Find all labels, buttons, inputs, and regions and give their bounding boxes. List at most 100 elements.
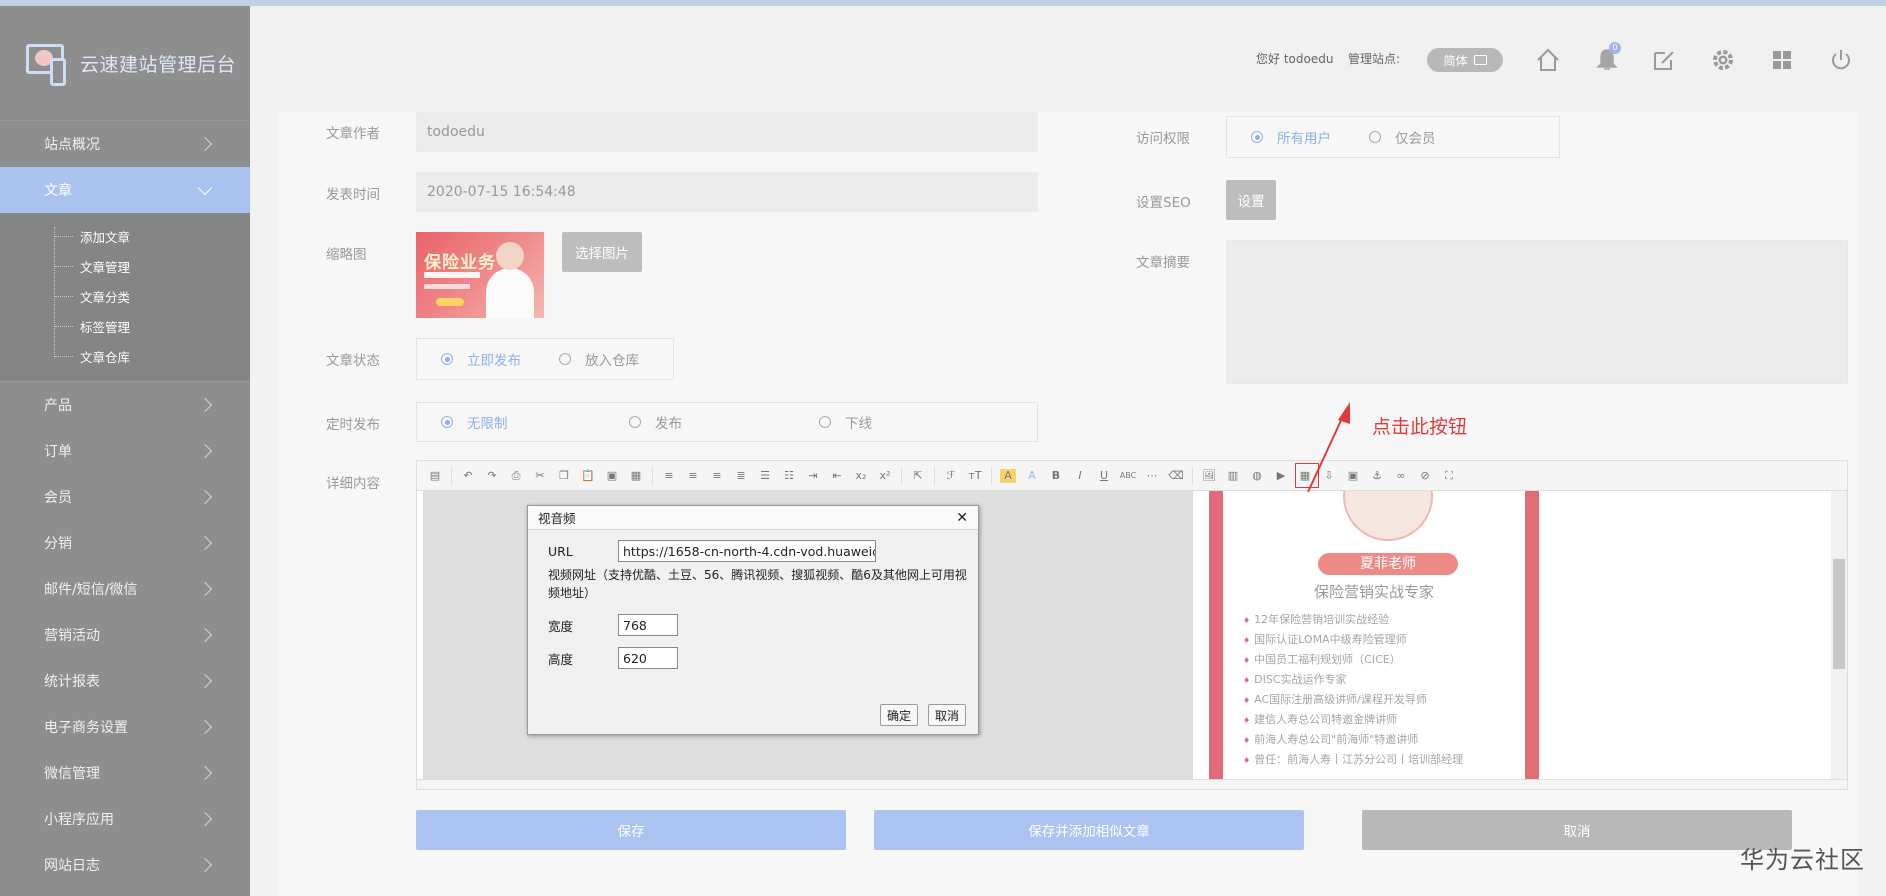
editor-resize-handle[interactable] bbox=[417, 779, 1847, 789]
schedule-offline-radio[interactable] bbox=[819, 416, 831, 428]
subnav-article-manage[interactable]: 文章管理 bbox=[0, 251, 250, 281]
font-size-icon[interactable]: тT bbox=[967, 469, 983, 483]
source-icon[interactable]: ▤ bbox=[427, 469, 443, 483]
sidebar-item-miniapp[interactable]: 小程序应用 bbox=[0, 796, 250, 842]
schedule-unlimited-label[interactable]: 无限制 bbox=[467, 412, 629, 432]
unlink-icon[interactable]: ⊘ bbox=[1417, 469, 1433, 483]
summary-label: 文章摘要 bbox=[1136, 255, 1190, 271]
paste-text-icon[interactable]: ▣ bbox=[604, 469, 620, 483]
print-icon[interactable]: ⎙ bbox=[508, 469, 524, 483]
underline-icon[interactable]: U bbox=[1096, 469, 1112, 483]
sidebar-item-marketing[interactable]: 营销活动 bbox=[0, 612, 250, 658]
home-icon[interactable] bbox=[1534, 46, 1562, 74]
copy-icon[interactable]: ❐ bbox=[556, 469, 572, 483]
status-publish-radio[interactable] bbox=[441, 353, 453, 365]
url-input[interactable]: https://1658-cn-north-4.cdn-vod.huaweicl… bbox=[618, 540, 876, 562]
multi-image-icon[interactable]: ▥ bbox=[1225, 469, 1241, 483]
access-members-radio[interactable] bbox=[1369, 131, 1381, 143]
chevron-right-icon bbox=[197, 857, 213, 873]
anchor-icon[interactable]: ⚓ bbox=[1369, 469, 1385, 483]
status-publish-label[interactable]: 立即发布 bbox=[467, 349, 521, 369]
width-input[interactable]: 768 bbox=[618, 614, 678, 636]
sidebar-item-messaging[interactable]: 邮件/短信/微信 bbox=[0, 566, 250, 612]
logo[interactable]: 云速建站管理后台 bbox=[0, 6, 250, 121]
edit-icon[interactable] bbox=[1650, 46, 1678, 74]
sidebar-item-wechat[interactable]: 微信管理 bbox=[0, 750, 250, 796]
sidebar-item-overview[interactable]: 站点概况 bbox=[0, 121, 250, 167]
image-icon[interactable]: 🖼 bbox=[1201, 469, 1217, 483]
summary-textarea[interactable] bbox=[1226, 240, 1848, 384]
power-icon[interactable] bbox=[1827, 46, 1855, 74]
status-warehouse-radio[interactable] bbox=[559, 353, 571, 365]
choose-image-button[interactable]: 选择图片 bbox=[562, 232, 642, 272]
logo-icon bbox=[26, 40, 70, 86]
status-radio-group: 立即发布 放入仓库 bbox=[416, 338, 674, 380]
subnav-add-article[interactable]: 添加文章 bbox=[0, 221, 250, 251]
schedule-unlimited-radio[interactable] bbox=[441, 416, 453, 428]
save-add-similar-button[interactable]: 保存并添加相似文章 bbox=[874, 810, 1304, 850]
unordered-list-icon[interactable]: ☷ bbox=[781, 469, 797, 483]
link-icon[interactable]: ∞ bbox=[1393, 469, 1409, 483]
subnav-article-warehouse[interactable]: 文章仓库 bbox=[0, 341, 250, 371]
highlight-icon[interactable]: A bbox=[1000, 468, 1016, 483]
sidebar-item-logs[interactable]: 网站日志 bbox=[0, 842, 250, 888]
redo-icon[interactable]: ↷ bbox=[484, 469, 500, 483]
seo-settings-button[interactable]: 设置 bbox=[1226, 180, 1276, 220]
align-right-icon[interactable]: ≡ bbox=[709, 469, 725, 483]
sidebar-item-products[interactable]: 产品 bbox=[0, 382, 250, 428]
access-members-label[interactable]: 仅会员 bbox=[1395, 127, 1436, 147]
language-switch[interactable]: 简体 bbox=[1427, 48, 1503, 72]
schedule-publish-radio[interactable] bbox=[629, 416, 641, 428]
save-button[interactable]: 保存 bbox=[416, 810, 846, 850]
select-all-icon[interactable]: ⇱ bbox=[910, 469, 926, 483]
subnav-article-category[interactable]: 文章分类 bbox=[0, 281, 250, 311]
sidebar-item-members[interactable]: 会员 bbox=[0, 474, 250, 520]
fullscreen-icon[interactable]: ⛶ bbox=[1441, 469, 1457, 483]
align-center-icon[interactable]: ≡ bbox=[685, 469, 701, 483]
undo-icon[interactable]: ↶ bbox=[460, 469, 476, 483]
schedule-publish-label[interactable]: 发布 bbox=[655, 412, 819, 432]
editor-scrollbar[interactable] bbox=[1831, 491, 1847, 781]
dialog-note: 视频网址（支持优酷、土豆、56、腾讯视频、搜狐视频、酷6及其他网上可用视频地址） bbox=[548, 568, 967, 600]
strikethrough-icon[interactable]: ABC bbox=[1120, 469, 1136, 483]
superscript-icon[interactable]: x² bbox=[877, 469, 893, 483]
height-input[interactable]: 620 bbox=[618, 647, 678, 669]
annotation-arrow-icon bbox=[1307, 402, 1350, 493]
access-all-label[interactable]: 所有用户 bbox=[1277, 127, 1331, 147]
media-icon[interactable]: ▶ bbox=[1273, 469, 1289, 483]
grid-icon[interactable] bbox=[1768, 46, 1796, 74]
ordered-list-icon[interactable]: ☰ bbox=[757, 469, 773, 483]
close-icon[interactable]: ✕ bbox=[956, 510, 968, 526]
sidebar-item-distribution[interactable]: 分销 bbox=[0, 520, 250, 566]
horizontal-rule-icon[interactable]: ⋯ bbox=[1144, 469, 1160, 483]
access-all-radio[interactable] bbox=[1251, 131, 1263, 143]
cancel-button[interactable]: 取消 bbox=[1362, 810, 1792, 850]
gear-icon[interactable] bbox=[1709, 46, 1737, 74]
bold-icon[interactable]: B bbox=[1048, 469, 1064, 483]
font-color-icon[interactable]: A bbox=[1024, 469, 1040, 483]
justify-icon[interactable]: ≣ bbox=[733, 469, 749, 483]
paste-word-icon[interactable]: ▦ bbox=[628, 469, 644, 483]
cut-icon[interactable]: ✂ bbox=[532, 469, 548, 483]
notification-button[interactable]: 0 bbox=[1593, 42, 1621, 74]
status-warehouse-label[interactable]: 放入仓库 bbox=[585, 349, 639, 369]
publish-time-input[interactable]: 2020-07-15 16:54:48 bbox=[416, 172, 1038, 212]
italic-icon[interactable]: I bbox=[1072, 469, 1088, 483]
font-family-icon[interactable]: ℱ bbox=[943, 469, 959, 483]
remove-format-icon[interactable]: ⌫ bbox=[1168, 469, 1184, 483]
paste-icon[interactable]: 📋 bbox=[580, 469, 596, 483]
outdent-icon[interactable]: ⇤ bbox=[829, 469, 845, 483]
indent-icon[interactable]: ⇥ bbox=[805, 469, 821, 483]
sidebar-item-orders[interactable]: 订单 bbox=[0, 428, 250, 474]
dialog-ok-button[interactable]: 确定 bbox=[880, 704, 919, 726]
schedule-offline-label[interactable]: 下线 bbox=[845, 412, 872, 432]
sidebar-item-articles[interactable]: 文章 bbox=[0, 167, 250, 213]
subscript-icon[interactable]: x₂ bbox=[853, 469, 869, 483]
dialog-cancel-button[interactable]: 取消 bbox=[928, 704, 967, 726]
sidebar-item-ecommerce[interactable]: 电子商务设置 bbox=[0, 704, 250, 750]
align-left-icon[interactable]: ≡ bbox=[661, 469, 677, 483]
flash-icon[interactable]: ◍ bbox=[1249, 469, 1265, 483]
author-input[interactable]: todoedu bbox=[416, 112, 1038, 152]
subnav-tag-manage[interactable]: 标签管理 bbox=[0, 311, 250, 341]
sidebar-item-reports[interactable]: 统计报表 bbox=[0, 658, 250, 704]
